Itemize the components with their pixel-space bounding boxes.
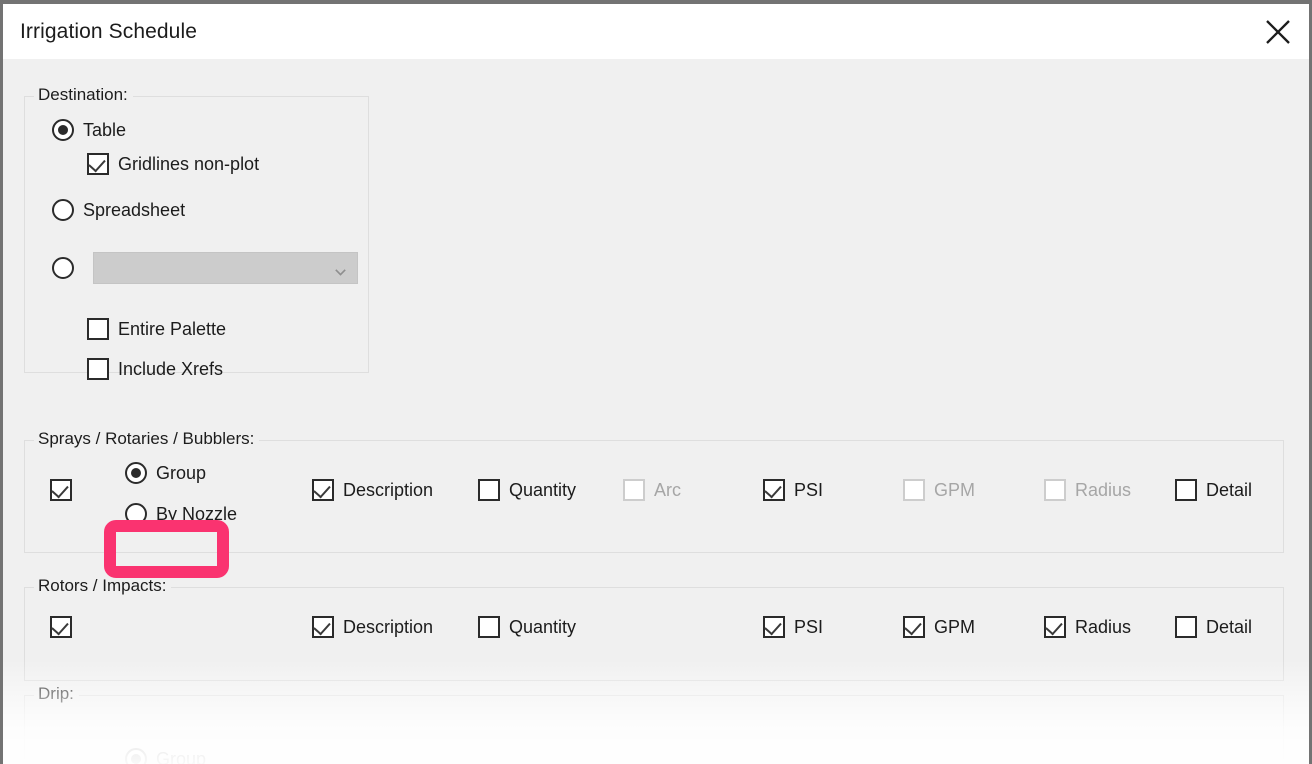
- checkbox-rotors-description[interactable]: [312, 616, 334, 638]
- sprays-col-arc: Arc: [623, 479, 681, 501]
- rotors-enable-row[interactable]: [50, 616, 72, 638]
- checkbox-sprays-gpm-label: GPM: [934, 480, 976, 500]
- rotors-legend: Rotors / Impacts:: [34, 577, 172, 594]
- checkbox-rotors-gpm[interactable]: [903, 616, 925, 638]
- drip-group-radio-row[interactable]: Group: [125, 748, 206, 764]
- entire-palette-row[interactable]: Entire Palette: [87, 318, 226, 340]
- sprays-by-nozzle-radio-row[interactable]: By Nozzle: [125, 503, 237, 525]
- checkbox-sprays-description[interactable]: [312, 479, 334, 501]
- checkbox-rotors-gpm-label: GPM: [934, 617, 976, 637]
- radio-drip-group-label: Group: [156, 749, 207, 764]
- checkbox-gridlines-non-plot-label: Gridlines non-plot: [118, 154, 260, 174]
- rotors-col-description[interactable]: Description: [312, 616, 433, 638]
- radio-table-label: Table: [83, 120, 127, 140]
- rotors-col-gpm[interactable]: GPM: [903, 616, 975, 638]
- titlebar: Irrigation Schedule: [3, 4, 1309, 59]
- checkbox-sprays-psi-label: PSI: [794, 480, 824, 500]
- radio-spreadsheet-label: Spreadsheet: [83, 200, 186, 220]
- radio-table[interactable]: [52, 119, 74, 141]
- include-xrefs-row[interactable]: Include Xrefs: [87, 358, 223, 380]
- gridlines-nonplot-row[interactable]: Gridlines non-plot: [87, 153, 259, 175]
- checkbox-sprays-radius: [1044, 479, 1066, 501]
- checkbox-rotors-radius[interactable]: [1044, 616, 1066, 638]
- rotors-col-quantity[interactable]: Quantity: [478, 616, 576, 638]
- radio-sprays-by-nozzle[interactable]: [125, 503, 147, 525]
- checkbox-include-xrefs[interactable]: [87, 358, 109, 380]
- checkbox-sprays-arc: [623, 479, 645, 501]
- rotors-col-detail[interactable]: Detail: [1175, 616, 1252, 638]
- radio-sprays-group[interactable]: [125, 462, 147, 484]
- checkbox-sprays-gpm: [903, 479, 925, 501]
- radio-sprays-by-nozzle-label: By Nozzle: [156, 504, 238, 524]
- sprays-enable-row[interactable]: [50, 479, 72, 501]
- combo-value: [94, 253, 357, 259]
- checkbox-sprays-radius-label: Radius: [1075, 480, 1132, 500]
- checkbox-include-xrefs-label: Include Xrefs: [118, 359, 224, 379]
- chevron-down-icon: [335, 264, 346, 276]
- checkbox-entire-palette[interactable]: [87, 318, 109, 340]
- checkbox-sprays-description-label: Description: [343, 480, 434, 500]
- radio-spreadsheet[interactable]: [52, 199, 74, 221]
- close-button[interactable]: [1247, 4, 1309, 59]
- destination-combo[interactable]: [93, 252, 358, 284]
- checkbox-rotors-psi-label: PSI: [794, 617, 824, 637]
- destination-other-radio-row[interactable]: [52, 252, 358, 284]
- checkbox-rotors-enable[interactable]: [50, 616, 72, 638]
- close-icon: [1265, 19, 1291, 45]
- drip-legend: Drip:: [34, 685, 79, 702]
- checkbox-rotors-psi[interactable]: [763, 616, 785, 638]
- rotors-group: Rotors / Impacts: Description Quantity P…: [24, 577, 1284, 681]
- destination-group: Destination: Table Gridlines non-plot Sp…: [24, 86, 369, 380]
- checkbox-rotors-description-label: Description: [343, 617, 434, 637]
- rotors-col-psi[interactable]: PSI: [763, 616, 823, 638]
- checkbox-gridlines-non-plot[interactable]: [87, 153, 109, 175]
- radio-sprays-group-label: Group: [156, 463, 207, 483]
- checkbox-rotors-quantity[interactable]: [478, 616, 500, 638]
- window-title: Irrigation Schedule: [20, 20, 198, 43]
- sprays-col-gpm: GPM: [903, 479, 975, 501]
- sprays-col-detail[interactable]: Detail: [1175, 479, 1252, 501]
- checkbox-sprays-quantity[interactable]: [478, 479, 500, 501]
- sprays-col-radius: Radius: [1044, 479, 1131, 501]
- sprays-col-quantity[interactable]: Quantity: [478, 479, 576, 501]
- sprays-group-radio-row[interactable]: Group: [125, 462, 206, 484]
- checkbox-entire-palette-label: Entire Palette: [118, 319, 227, 339]
- checkbox-sprays-psi[interactable]: [763, 479, 785, 501]
- sprays-col-description[interactable]: Description: [312, 479, 433, 501]
- checkbox-sprays-arc-label: Arc: [654, 480, 681, 500]
- destination-table-radio-row[interactable]: Table: [52, 119, 126, 141]
- checkbox-sprays-detail[interactable]: [1175, 479, 1197, 501]
- dialog-body: Destination: Table Gridlines non-plot Sp…: [3, 59, 1309, 764]
- destination-spreadsheet-radio-row[interactable]: Spreadsheet: [52, 199, 185, 221]
- sprays-col-psi[interactable]: PSI: [763, 479, 823, 501]
- radio-destination-other[interactable]: [52, 257, 74, 279]
- checkbox-rotors-detail[interactable]: [1175, 616, 1197, 638]
- checkbox-rotors-quantity-label: Quantity: [509, 617, 577, 637]
- sprays-group: Sprays / Rotaries / Bubblers: Group By N…: [24, 430, 1284, 553]
- sprays-legend: Sprays / Rotaries / Bubblers:: [34, 430, 260, 447]
- checkbox-rotors-detail-label: Detail: [1206, 617, 1253, 637]
- rotors-col-radius[interactable]: Radius: [1044, 616, 1131, 638]
- irrigation-schedule-dialog: Irrigation Schedule Destination: Table G…: [0, 0, 1312, 764]
- checkbox-rotors-radius-label: Radius: [1075, 617, 1132, 637]
- radio-drip-group[interactable]: [125, 748, 147, 764]
- checkbox-sprays-detail-label: Detail: [1206, 480, 1253, 500]
- drip-group: Drip: Group Description Quantity P: [24, 685, 1284, 764]
- destination-legend: Destination:: [34, 86, 133, 103]
- checkbox-sprays-quantity-label: Quantity: [509, 480, 577, 500]
- checkbox-sprays-enable[interactable]: [50, 479, 72, 501]
